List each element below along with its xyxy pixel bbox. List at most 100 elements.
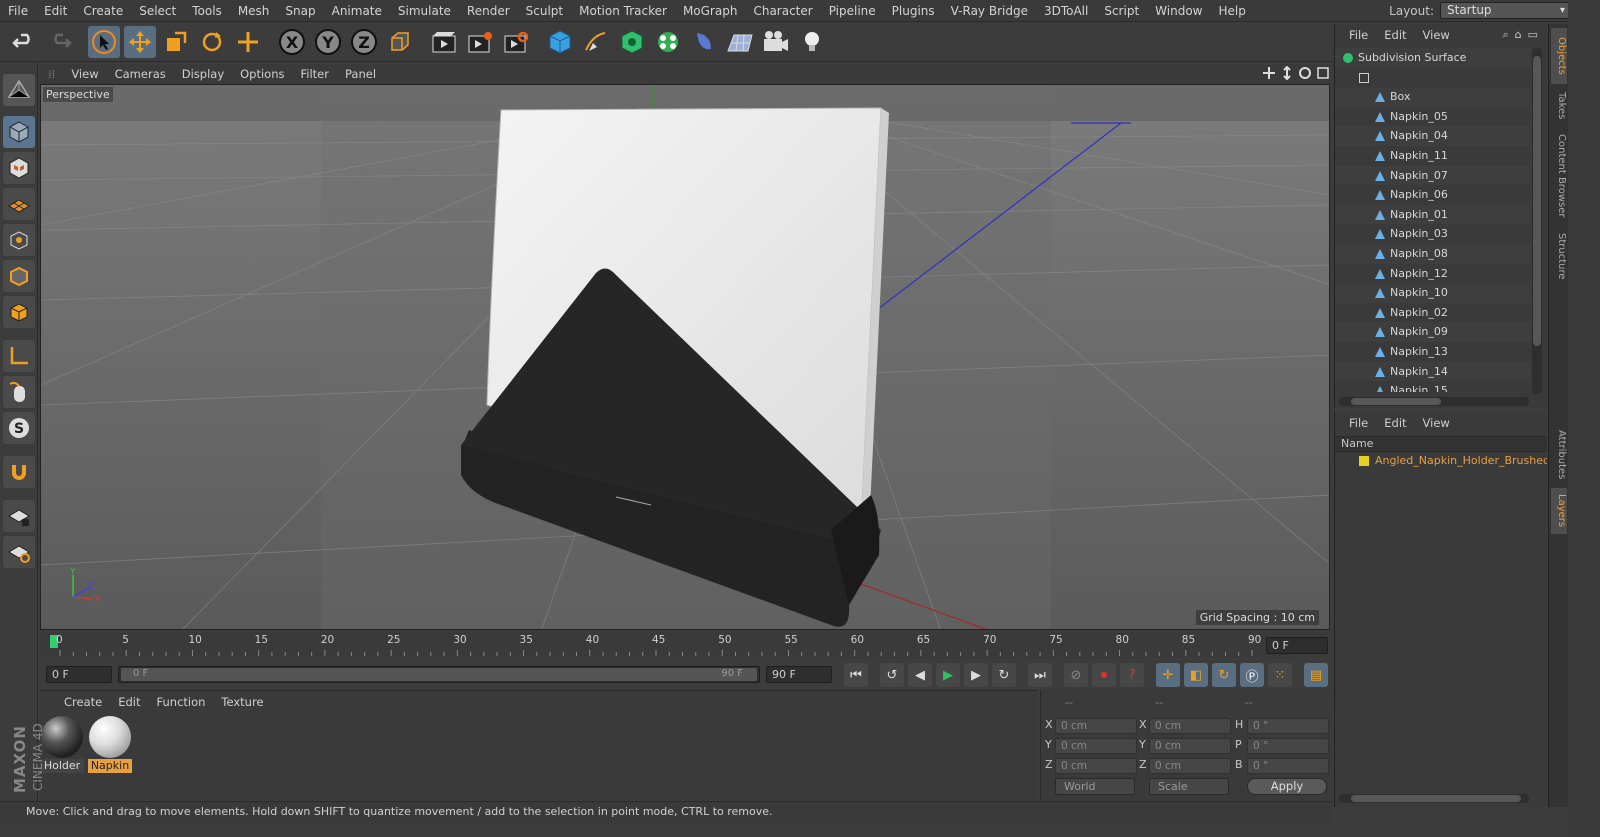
rotation-b-field[interactable]: 0 ° (1247, 758, 1329, 774)
viewport-menu-panel[interactable]: Panel (337, 67, 384, 81)
rotation-p-field[interactable]: 0 ° (1247, 738, 1329, 754)
key-rotation-button[interactable]: ↻ (1212, 663, 1236, 687)
material-menu-edit[interactable]: Edit (110, 695, 148, 709)
menu-window[interactable]: Window (1147, 0, 1210, 22)
record-position-button[interactable]: ⊘ (1064, 663, 1088, 687)
rotate-tool-button[interactable] (196, 26, 228, 58)
material-menu-create[interactable]: Create (56, 695, 110, 709)
apply-button[interactable]: Apply (1247, 778, 1327, 795)
point-mode-button[interactable] (3, 224, 35, 256)
planar-workplane-button[interactable] (3, 536, 35, 568)
texture-mode-button[interactable] (3, 152, 35, 184)
tab-layers[interactable]: Layers (1551, 488, 1567, 534)
menu-motion-tracker[interactable]: Motion Tracker (571, 0, 675, 22)
current-frame-field[interactable]: 0 F (1266, 637, 1328, 654)
scale-z-field[interactable]: 0 cm (1149, 758, 1231, 774)
layer-hscrollbar[interactable] (1339, 794, 1529, 803)
workplane-mode-button[interactable] (3, 188, 35, 220)
tree-row[interactable]: Subdivision Surface (1335, 48, 1531, 68)
viewport-menu-filter[interactable]: Filter (293, 67, 337, 81)
tree-row[interactable]: Napkin_15 (1335, 381, 1531, 392)
menu-3dtoall[interactable]: 3DToAll (1036, 0, 1096, 22)
menu-mesh[interactable]: Mesh (230, 0, 278, 22)
tab-takes[interactable]: Takes (1551, 86, 1567, 126)
timeline-ruler[interactable]: 0 F 0 5 10 15 20 25 30 35 40 45 50 55 60 65 70 75 80 85 90 (40, 632, 1330, 658)
object-menu-file[interactable]: File (1341, 28, 1376, 42)
key-parameter-button[interactable]: Ⓟ (1240, 663, 1264, 687)
viewport-menu-view[interactable]: View (63, 67, 106, 81)
play-button[interactable]: ▶ (936, 663, 960, 687)
locked-workplane-button[interactable] (3, 500, 35, 532)
new-view-icon[interactable]: ▭ (1528, 28, 1538, 42)
layer-item[interactable]: Angled_Napkin_Holder_Brushed_S (1335, 452, 1547, 470)
menu-script[interactable]: Script (1096, 0, 1147, 22)
previous-frame-button[interactable]: ◀ (908, 663, 932, 687)
material-menu-function[interactable]: Function (149, 695, 214, 709)
tree-row[interactable]: Napkin_07 (1335, 165, 1531, 186)
menu-pipeline[interactable]: Pipeline (821, 0, 884, 22)
dolly-icon[interactable] (1280, 66, 1294, 80)
tree-row[interactable]: Napkin_11 (1335, 146, 1531, 166)
polygon-mode-button[interactable] (3, 296, 35, 328)
tree-row[interactable]: Napkin_02 (1335, 303, 1531, 323)
tree-row[interactable]: Napkin_01 (1335, 204, 1531, 225)
scale-tool-button[interactable] (160, 26, 192, 58)
layer-menu-file[interactable]: File (1341, 416, 1376, 430)
size-mode-dropdown[interactable]: Scale (1149, 778, 1229, 795)
add-spline-button[interactable] (580, 26, 612, 58)
tree-row[interactable]: Napkin_03 (1335, 224, 1531, 244)
tree-row[interactable]: Napkin_06 (1335, 185, 1531, 205)
pan-icon[interactable] (1262, 66, 1276, 80)
tree-row[interactable]: Box (1335, 87, 1531, 107)
layer-menu-view[interactable]: View (1415, 416, 1458, 430)
add-cloner-button[interactable] (652, 26, 684, 58)
position-y-field[interactable]: 0 cm (1055, 738, 1137, 754)
viewport-menu-display[interactable]: Display (174, 67, 232, 81)
layout-dropdown[interactable]: Startup (1440, 2, 1570, 19)
go-to-start-button[interactable]: ⏮ (844, 663, 868, 687)
tree-row[interactable]: Napkin_09 (1335, 322, 1531, 342)
tab-objects[interactable]: Objects (1551, 28, 1567, 84)
menu-tools[interactable]: Tools (184, 0, 230, 22)
redo-button[interactable] (44, 26, 76, 58)
tree-row[interactable]: Napkin_13 (1335, 342, 1531, 362)
model-mode-button[interactable] (3, 116, 35, 148)
autokey-button[interactable]: ? (1120, 663, 1144, 687)
menu-v-ray-bridge[interactable]: V-Ray Bridge (943, 0, 1036, 22)
select-tool-button[interactable] (88, 26, 120, 58)
material-napkin[interactable]: Napkin (88, 715, 132, 773)
z-axis-lock-button[interactable]: Z (348, 26, 380, 58)
material-menu-texture[interactable]: Texture (213, 695, 271, 709)
menu-sculpt[interactable]: Sculpt (518, 0, 571, 22)
position-z-field[interactable]: 0 cm (1055, 758, 1137, 774)
tree-row[interactable]: Napkin_05 (1335, 107, 1531, 127)
frame-range-slider[interactable]: 0 F 90 F (118, 666, 760, 683)
key-scale-button[interactable]: ◧ (1184, 663, 1208, 687)
object-menu-edit[interactable]: Edit (1376, 28, 1414, 42)
viewport-menu-cameras[interactable]: Cameras (107, 67, 174, 81)
render-picture-button[interactable] (464, 26, 496, 58)
viewport-menu-options[interactable]: Options (232, 67, 292, 81)
add-subdivision-button[interactable] (616, 26, 648, 58)
orbit-icon[interactable] (1298, 66, 1312, 80)
menu-snap[interactable]: Snap (277, 0, 323, 22)
tree-row[interactable]: Napkin_12 (1335, 264, 1531, 284)
coordinate-mode-dropdown[interactable]: World (1055, 778, 1135, 795)
edge-mode-button[interactable] (3, 260, 35, 292)
snap-button[interactable]: S (3, 412, 35, 444)
tree-row[interactable]: Napkin_10 (1335, 283, 1531, 303)
x-axis-lock-button[interactable]: X (276, 26, 308, 58)
menu-help[interactable]: Help (1210, 0, 1253, 22)
y-axis-lock-button[interactable]: Y (312, 26, 344, 58)
undo-button[interactable] (8, 26, 40, 58)
add-cube-button[interactable] (544, 26, 576, 58)
rotation-h-field[interactable]: 0 ° (1247, 718, 1329, 734)
scale-y-field[interactable]: 0 cm (1149, 738, 1231, 754)
render-settings-button[interactable] (500, 26, 532, 58)
end-frame-field[interactable]: 90 F (766, 666, 832, 683)
add-deformer-button[interactable] (688, 26, 720, 58)
key-pla-button[interactable]: ⁙ (1268, 663, 1292, 687)
render-view-button[interactable] (428, 26, 460, 58)
home-icon[interactable]: ⌂ (1515, 28, 1522, 42)
menu-render[interactable]: Render (459, 0, 518, 22)
